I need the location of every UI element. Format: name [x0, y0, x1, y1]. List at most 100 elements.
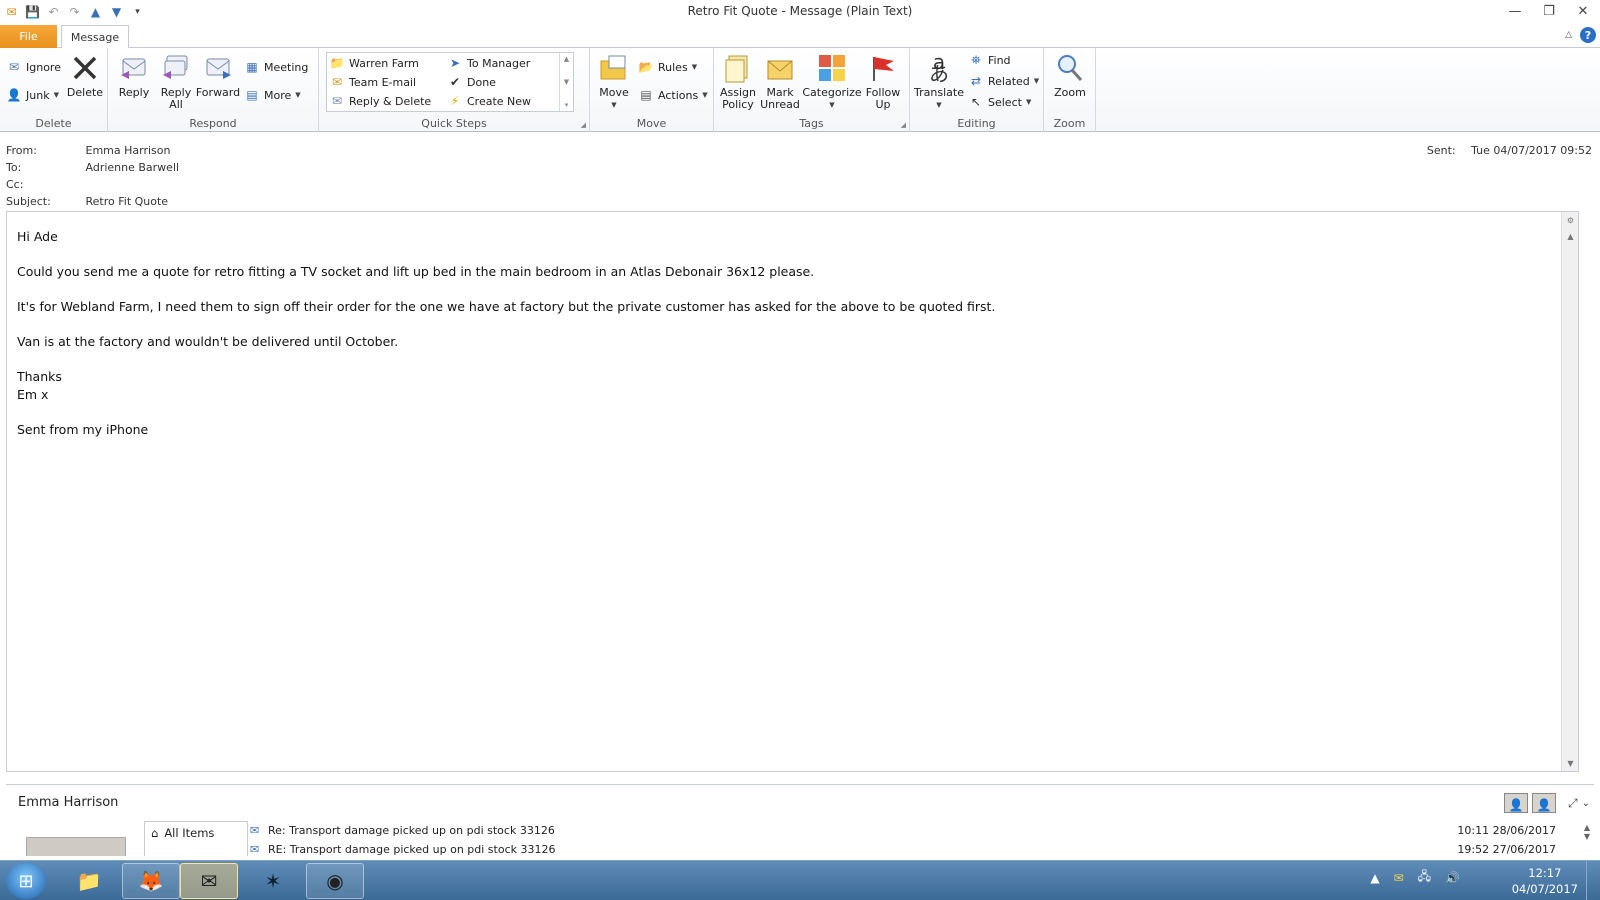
firefox-taskbar-icon[interactable]: 🦊 [122, 863, 180, 899]
mark-unread-label-2: Unread [760, 98, 800, 111]
redo-icon[interactable]: ↷ [67, 5, 82, 20]
list-item[interactable]: ✉ RE: Transport damage picked up on pdi … [250, 840, 1570, 856]
next-item-icon[interactable]: ▼ [109, 5, 124, 20]
nav-all-items[interactable]: ⌂ All Items [145, 822, 247, 844]
reply-all-icon [160, 52, 192, 84]
from-value[interactable]: Emma Harrison [86, 144, 171, 157]
related-button[interactable]: ⇄ Related ▼ [968, 72, 1039, 90]
previous-item-icon[interactable]: ▲ [88, 5, 103, 20]
clock-time: 12:17 [1528, 866, 1562, 880]
close-icon[interactable]: ✕ [1566, 0, 1600, 22]
meeting-button[interactable]: ▦ Meeting [244, 58, 308, 76]
tray-expand-icon[interactable]: ▲ [1370, 871, 1379, 885]
reply-icon [118, 52, 150, 84]
move-button[interactable]: Move ▼ [596, 52, 632, 111]
quickstep-to-manager[interactable]: ➤ To Manager [447, 54, 530, 72]
contact-photo[interactable]: 👤 [1504, 793, 1528, 813]
mail-notification-icon[interactable]: ✉ [1394, 871, 1404, 885]
find-label: Find [988, 53, 1011, 67]
rules-button[interactable]: 📂 Rules ▼ [638, 58, 698, 76]
email-reply-icon: ✉ [250, 823, 260, 837]
list-item[interactable]: ✉ Re: Transport damage picked up on pdi … [250, 821, 1570, 839]
scroll-down-icon[interactable]: ▼ [564, 78, 569, 86]
network-icon[interactable]: 🖧 [1418, 867, 1431, 888]
list-item-date: 19:52 27/06/2017 [1457, 842, 1556, 856]
find-button[interactable]: ⛯ Find [968, 51, 1011, 69]
rules-icon: 📂 [638, 60, 654, 74]
scroll-down-icon[interactable]: ▼ [1584, 832, 1590, 841]
more-label: More [264, 88, 292, 102]
scroll-down-icon[interactable]: ▼ [1562, 755, 1579, 771]
restore-icon[interactable]: ❐ [1532, 0, 1566, 22]
contact-photo[interactable]: 👤 [1532, 793, 1556, 813]
quickstep-team-email[interactable]: ✉ Team E-mail [329, 73, 416, 91]
taskbar-clock[interactable]: 12:17 04/07/2017 [1512, 865, 1578, 897]
customize-qat-icon[interactable]: ▾ [130, 5, 145, 20]
select-button[interactable]: ↖ Select ▼ [968, 93, 1031, 111]
move-folder-icon [598, 52, 630, 84]
vertical-scrollbar[interactable]: ⚙ ▲ ▼ [1561, 212, 1578, 771]
quick-access-toolbar: ✉ 💾 ↶ ↷ ▲ ▼ ▾ [0, 0, 145, 24]
delete-button[interactable]: Delete [66, 52, 104, 99]
to-value[interactable]: Adrienne Barwell [86, 161, 180, 174]
translate-button[interactable]: aあ Translate ▼ [914, 52, 964, 111]
follow-up-button[interactable]: Follow Up [864, 52, 902, 111]
tab-file[interactable]: File [0, 25, 57, 48]
expand-people-pane-icon[interactable]: ⤢ [1568, 796, 1578, 811]
assign-policy-label-2: Policy [722, 98, 754, 111]
subject-value: Retro Fit Quote [85, 195, 169, 208]
people-app-taskbar-icon[interactable]: ✶ [244, 863, 302, 899]
quicksteps-group-label: Quick Steps [421, 117, 487, 130]
reply-all-button[interactable]: Reply All [156, 52, 196, 111]
reply-all-label-2: All [169, 98, 183, 111]
zoom-button[interactable]: Zoom [1052, 52, 1088, 99]
message-body[interactable]: Hi Ade Could you send me a quote for ret… [6, 211, 1579, 772]
chrome-taskbar-icon[interactable]: ◉ [306, 863, 364, 899]
forward-button[interactable]: Forward [196, 52, 240, 99]
minimize-icon[interactable]: — [1498, 0, 1532, 22]
from-label: From: [6, 144, 37, 157]
quicksteps-scrollbar[interactable]: ▲ ▼ ▾ [559, 53, 573, 111]
quickstep-create-new[interactable]: ⚡ Create New [447, 92, 531, 110]
expand-gallery-icon[interactable]: ▾ [565, 101, 569, 109]
explorer-taskbar-icon[interactable]: 📁 [60, 863, 118, 899]
mark-unread-button[interactable]: Mark Unread [760, 52, 800, 111]
message-header: From: Emma Harrison To: Adrienne Barwell… [0, 140, 1600, 210]
actions-button[interactable]: ▤ Actions ▼ [638, 86, 707, 104]
quickstep-done[interactable]: ✔ Done [447, 73, 496, 91]
start-button[interactable]: ⊞ [6, 863, 46, 899]
lightning-icon: ⚡ [450, 94, 460, 108]
quicksteps-gallery: 📁 Warren Farm ✉ Team E-mail ✉ Reply & De… [326, 52, 574, 112]
chevron-down-icon[interactable]: ⌄ [1582, 798, 1590, 809]
reply-button[interactable]: Reply [114, 52, 154, 99]
quickstep-warren-farm[interactable]: 📁 Warren Farm [329, 54, 419, 72]
quickstep-reply-delete[interactable]: ✉ Reply & Delete [329, 92, 431, 110]
cc-label: Cc: [6, 178, 24, 191]
cursor-icon: ↖ [970, 95, 982, 109]
scroll-settings-icon[interactable]: ⚙ [1562, 212, 1579, 228]
categorize-button[interactable]: Categorize ▼ [802, 52, 862, 111]
sent-value: Tue 04/07/2017 09:52 [1471, 144, 1592, 157]
junk-button[interactable]: 👤 Junk ▼ [6, 86, 59, 104]
tab-message[interactable]: Message [61, 25, 129, 49]
scroll-up-icon[interactable]: ▲ [1584, 823, 1590, 832]
ignore-button[interactable]: ✉ Ignore [6, 58, 61, 76]
chevron-down-icon: ▼ [1033, 77, 1040, 85]
outlook-taskbar-icon[interactable]: ✉ [180, 863, 238, 899]
undo-icon[interactable]: ↶ [46, 5, 61, 20]
scroll-up-icon[interactable]: ▲ [564, 55, 569, 63]
collapse-ribbon-icon[interactable]: △ [1565, 30, 1572, 40]
taskbar: ⊞ 📁 🦊 ✉ ✶ ◉ ▲ ✉ 🖧 🔊 12:17 04/07/2017 [0, 860, 1600, 900]
people-pane-nav: ⌂ All Items [144, 821, 248, 856]
help-icon[interactable]: ? [1580, 27, 1596, 43]
more-button[interactable]: ▤ More ▼ [244, 86, 300, 104]
people-pane-scrollbar[interactable]: ▲ ▼ [1580, 823, 1594, 856]
title-bar: ✉ 💾 ↶ ↷ ▲ ▼ ▾ Retro Fit Quote - Message … [0, 0, 1600, 24]
show-desktop-button[interactable] [1586, 861, 1600, 900]
assign-policy-button[interactable]: Assign Policy [718, 52, 758, 111]
volume-icon[interactable]: 🔊 [1445, 871, 1460, 885]
list-item-date: 10:11 28/06/2017 [1457, 823, 1556, 837]
actions-label: Actions [658, 88, 699, 102]
scroll-up-icon[interactable]: ▲ [1562, 228, 1579, 244]
save-icon[interactable]: 💾 [25, 5, 40, 20]
